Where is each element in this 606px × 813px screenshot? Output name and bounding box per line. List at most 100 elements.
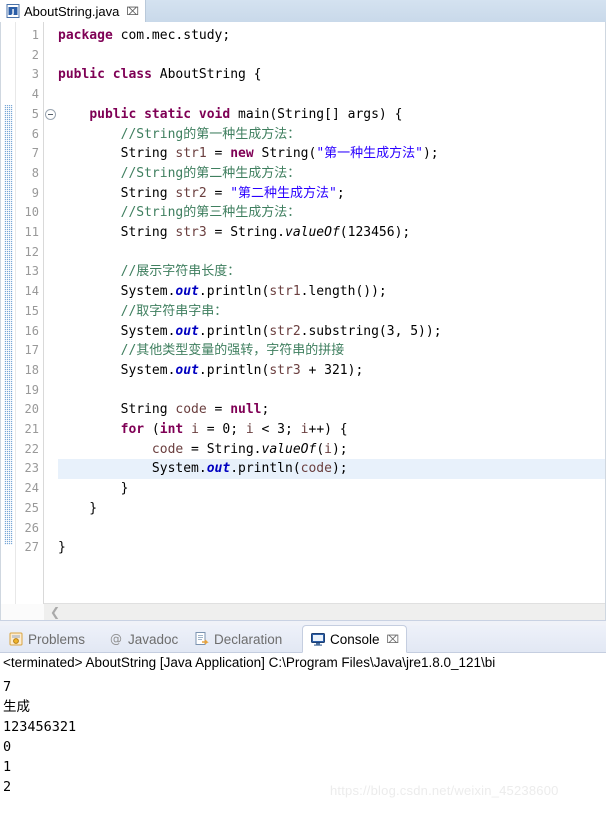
- code-token: str1: [175, 146, 207, 162]
- annotation-ruler[interactable]: [1, 22, 16, 620]
- line-number: 21: [24, 422, 39, 436]
- line-number: 6: [31, 126, 39, 141]
- fold-collapse-icon[interactable]: [45, 108, 56, 120]
- console-output-line: 生成: [3, 699, 30, 715]
- line-number: 23: [24, 461, 39, 476]
- code-line[interactable]: //String的第三种生成方法：: [58, 203, 301, 223]
- bottom-panel-tab-bar: Problems @ Javadoc Declaration Console ⌧: [0, 625, 606, 653]
- console-output-line: 123456321: [3, 719, 77, 735]
- code-line[interactable]: for (int i = 0; i < 3; i++) {: [58, 420, 348, 440]
- line-number: 17: [24, 343, 39, 358]
- code-line[interactable]: System.out.println(str1.length());: [58, 282, 387, 302]
- console-output-line: 7: [3, 679, 12, 695]
- code-line[interactable]: //String的第二种生成方法：: [58, 164, 301, 184]
- tab-label: Problems: [28, 631, 86, 647]
- tab-label: Declaration: [214, 631, 283, 647]
- javadoc-icon: @: [108, 631, 124, 647]
- tab-console[interactable]: Console ⌧: [302, 625, 408, 653]
- code-line[interactable]: }: [58, 538, 66, 558]
- code-line[interactable]: //展示字符串长度：: [58, 262, 241, 282]
- code-token: str2: [269, 323, 301, 339]
- code-line[interactable]: code = String.valueOf(i);: [58, 440, 348, 460]
- line-number: 11: [24, 225, 39, 239]
- code-line[interactable]: System.out.println(code);: [58, 459, 348, 479]
- code-token: //取字符串字串：: [58, 303, 228, 319]
- code-line[interactable]: }: [58, 479, 129, 499]
- console-icon: [310, 631, 326, 647]
- line-number-gutter: 1 2 3 4 5 6 7 8 9 10 11 12 13 14 15 16 17 18 19 20 21 22 23 24 2…: [16, 22, 44, 620]
- line-number: 22: [24, 441, 39, 456]
- line-number: 9: [31, 185, 39, 200]
- code-token: //其他类型变量的强转，字符串的拼接: [58, 343, 345, 359]
- code-line[interactable]: }: [58, 499, 97, 519]
- code-token: code: [151, 441, 184, 457]
- console-output-line: 1: [3, 759, 12, 775]
- code-token: (: [316, 441, 325, 457]
- code-token: new: [230, 146, 254, 162]
- code-line[interactable]: //String的第一种生成方法：: [58, 125, 301, 145]
- code-line[interactable]: String str3 = String.valueOf(123456);: [58, 223, 411, 243]
- line-number: 15: [24, 303, 39, 318]
- line-number: 26: [24, 520, 39, 535]
- code-token: String: [58, 146, 176, 162]
- code-line[interactable]: public class AboutString {: [58, 65, 262, 85]
- java-file-icon: J: [6, 4, 20, 18]
- editor-tab-aboutstring-java[interactable]: J AboutString.java ⌧: [0, 0, 147, 22]
- code-token: );: [331, 461, 348, 477]
- code-token: com.mec.study;: [112, 28, 231, 43]
- console-terminated-label: <terminated> AboutString [Java Applicati…: [3, 655, 496, 670]
- code-token: class: [112, 67, 152, 83]
- editor-scrollbar-corner: [1, 604, 44, 620]
- code-line[interactable]: System.out.println(str3 + 321);: [58, 361, 364, 381]
- method-range-indicator: [4, 105, 13, 545]
- close-icon[interactable]: ⌧: [126, 6, 139, 17]
- code-token: //展示字符串长度：: [58, 264, 241, 280]
- code-folding-gutter[interactable]: [44, 22, 58, 620]
- code-text-area[interactable]: package com.mec.study; public class About…: [58, 22, 605, 620]
- tab-declaration[interactable]: Declaration: [194, 625, 282, 653]
- editor-horizontal-scrollbar[interactable]: ❮: [44, 603, 605, 620]
- line-number: 13: [24, 264, 39, 279]
- line-number: 18: [24, 362, 39, 377]
- code-token: String: [58, 185, 176, 201]
- code-token: (123456);: [339, 225, 411, 240]
- tab-problems[interactable]: Problems: [8, 625, 85, 653]
- scroll-left-icon[interactable]: ❮: [48, 605, 62, 619]
- code-token: i: [191, 422, 199, 437]
- code-line[interactable]: //取字符串字串：: [58, 302, 228, 322]
- problems-icon: [8, 631, 24, 647]
- code-token: out: [175, 284, 199, 300]
- code-line[interactable]: package com.mec.study;: [58, 26, 230, 46]
- console-output-line: 0: [3, 739, 12, 755]
- line-number: 2: [31, 47, 39, 62]
- line-number: 19: [24, 382, 39, 397]
- code-token: = String.: [183, 441, 262, 457]
- code-token: AboutString {: [151, 67, 262, 83]
- code-token: =: [206, 402, 231, 418]
- code-token: =: [206, 185, 231, 201]
- code-token: System.: [58, 362, 176, 378]
- code-token: str2: [175, 185, 207, 201]
- line-number: 25: [24, 500, 39, 515]
- code-token: }: [58, 540, 66, 556]
- code-line[interactable]: System.out.println(str2.substring(3, 5))…: [58, 322, 442, 342]
- code-token: String: [58, 225, 176, 240]
- code-token: code: [300, 461, 332, 477]
- code-line[interactable]: String code = null;: [58, 400, 270, 420]
- close-icon[interactable]: ⌧: [387, 634, 400, 645]
- code-editor[interactable]: 1 2 3 4 5 6 7 8 9 10 11 12 13 14 15 16 17 18 19 20 21 22 23 24 2…: [0, 22, 606, 620]
- code-token: );: [331, 441, 348, 457]
- tab-javadoc[interactable]: @ Javadoc: [108, 625, 178, 653]
- code-token: .println(: [198, 284, 270, 300]
- line-number: 5: [31, 106, 39, 121]
- code-line[interactable]: String str1 = new String("第一种生成方法");: [58, 144, 439, 164]
- code-token: String(: [253, 146, 317, 162]
- code-token: (: [144, 422, 160, 437]
- code-line[interactable]: //其他类型变量的强转，字符串的拼接: [58, 341, 345, 361]
- code-token: System.: [58, 461, 207, 477]
- code-line[interactable]: public static void main(String[] args) {: [58, 105, 402, 125]
- svg-text:J: J: [11, 8, 15, 16]
- code-line[interactable]: String str2 = "第二种生成方法";: [58, 184, 345, 204]
